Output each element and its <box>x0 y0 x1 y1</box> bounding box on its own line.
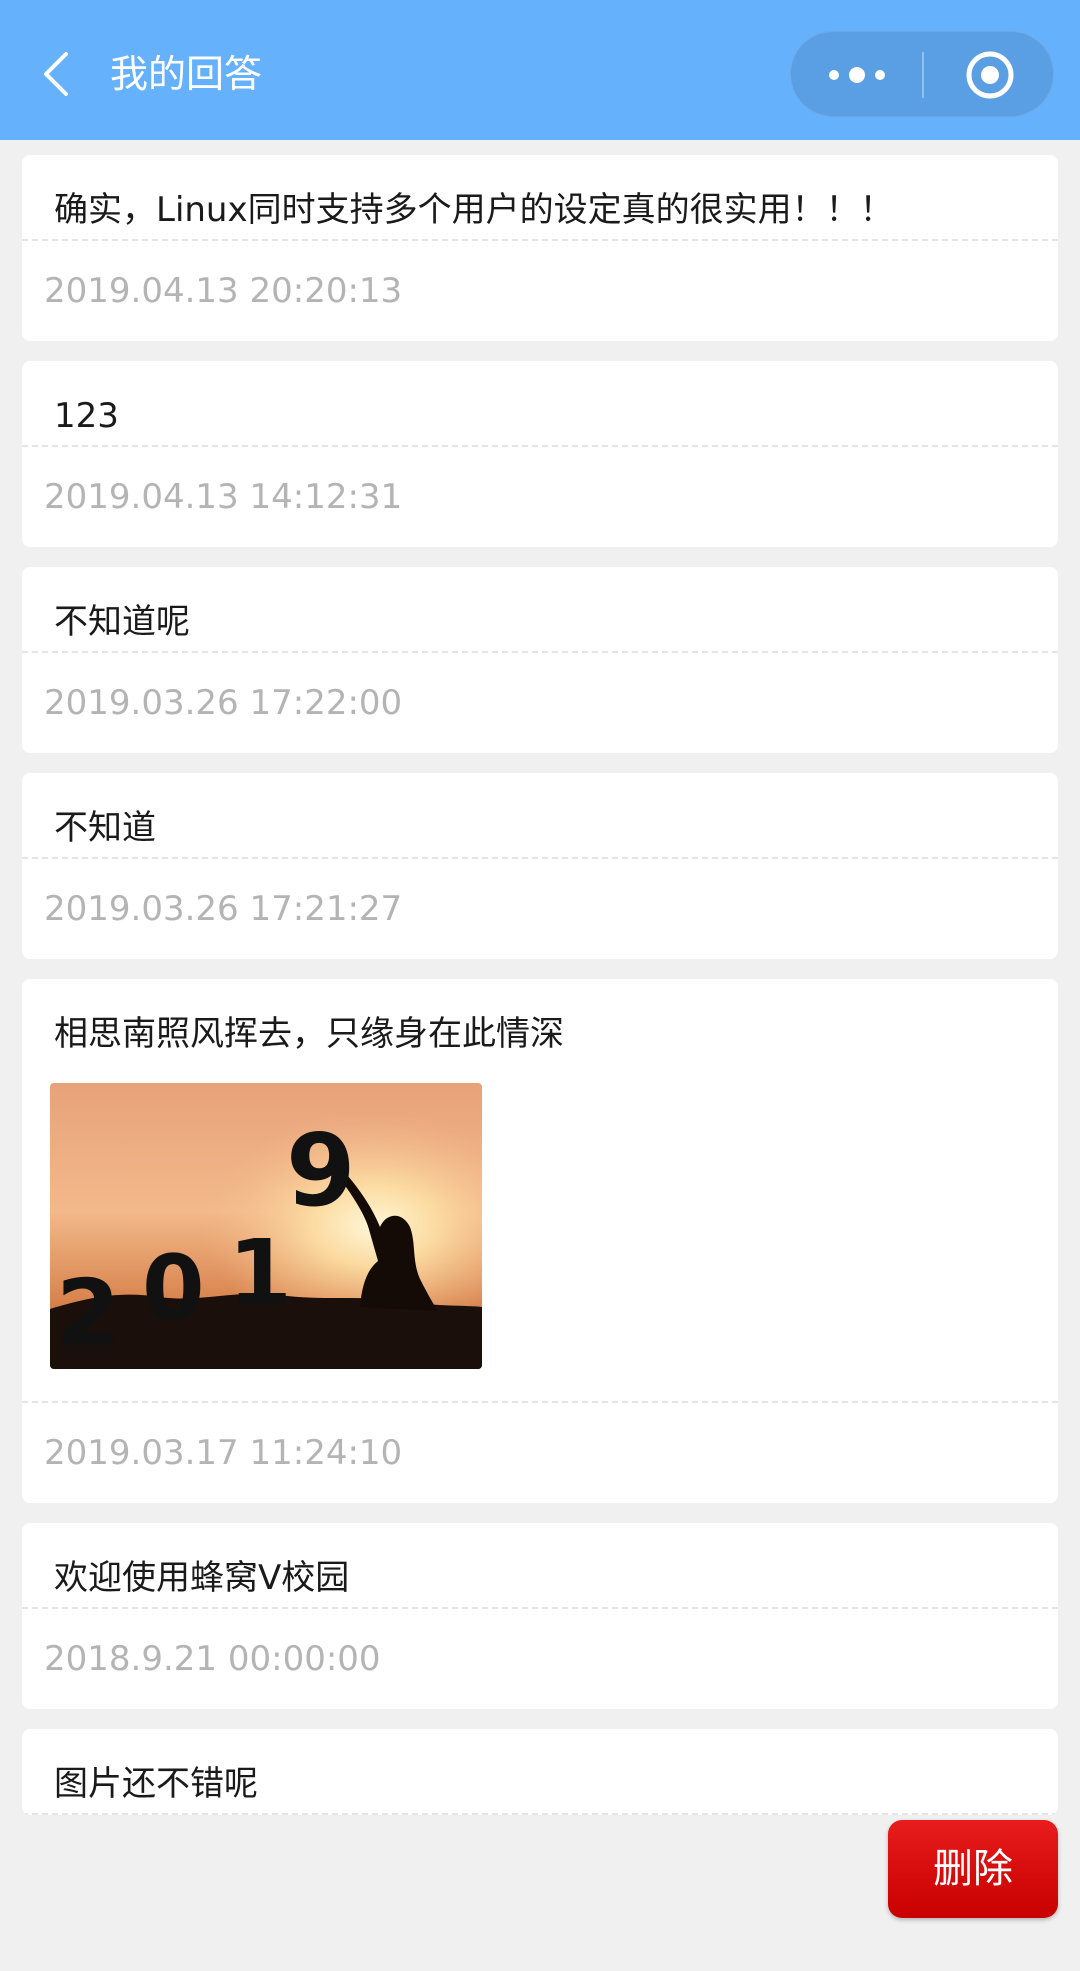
target-close-icon <box>966 51 1014 99</box>
answer-list: 确实，Linux同时支持多个用户的设定真的很实用！！！ 2019.04.13 2… <box>22 155 1058 1835</box>
answer-card[interactable]: 不知道 2019.03.26 17:21:27 <box>22 773 1058 959</box>
capsule-menu <box>790 31 1054 117</box>
answer-card[interactable]: 123 2019.04.13 14:12:31 <box>22 361 1058 547</box>
answer-content: 确实，Linux同时支持多个用户的设定真的很实用！！！ <box>54 190 894 230</box>
answer-content: 123 <box>54 396 119 436</box>
back-button[interactable] <box>38 46 78 102</box>
answer-time: 2019.03.26 17:21:27 <box>44 889 403 929</box>
answer-content: 相思南照风挥去，只缘身在此情深 <box>54 1014 564 1054</box>
answer-content: 图片还不错呢 <box>54 1764 258 1804</box>
answer-time: 2019.03.26 17:22:00 <box>44 683 403 723</box>
answer-card[interactable]: 确实，Linux同时支持多个用户的设定真的很实用！！！ 2019.04.13 2… <box>22 155 1058 341</box>
close-button[interactable] <box>924 32 1055 118</box>
answer-card[interactable]: 图片还不错呢 <box>22 1729 1058 1815</box>
delete-button[interactable]: 删除 <box>888 1820 1058 1918</box>
svg-text:1: 1 <box>228 1220 292 1327</box>
answer-time: 2019.04.13 14:12:31 <box>44 477 403 517</box>
svg-text:2: 2 <box>56 1260 120 1367</box>
answer-content: 不知道 <box>54 808 156 848</box>
more-button[interactable] <box>791 32 922 118</box>
answer-content: 不知道呢 <box>54 602 190 642</box>
more-dots-icon <box>829 67 885 83</box>
chevron-left-icon <box>44 52 68 96</box>
answer-content-block: 相思南照风挥去，只缘身在此情深 9 2 0 1 <box>22 979 1058 1401</box>
navigation-bar: 我的回答 <box>0 0 1080 140</box>
answer-time: 2018.9.21 00:00:00 <box>44 1639 381 1679</box>
answer-image[interactable]: 9 2 0 1 <box>50 1083 482 1369</box>
answer-card[interactable]: 不知道呢 2019.03.26 17:22:00 <box>22 567 1058 753</box>
answer-card[interactable]: 欢迎使用蜂窝V校园 2018.9.21 00:00:00 <box>22 1523 1058 1709</box>
answer-card[interactable]: 相思南照风挥去，只缘身在此情深 9 2 0 1 2019.03.17 11:24… <box>22 979 1058 1503</box>
page-title: 我的回答 <box>110 52 263 96</box>
answer-content: 欢迎使用蜂窝V校园 <box>54 1558 350 1598</box>
svg-text:9: 9 <box>286 1112 356 1229</box>
answer-time: 2019.03.17 11:24:10 <box>44 1433 403 1473</box>
dashed-divider <box>22 1813 1058 1815</box>
svg-text:0: 0 <box>142 1236 205 1341</box>
sunset-2019-photo: 9 2 0 1 <box>50 1083 482 1369</box>
answer-time: 2019.04.13 20:20:13 <box>44 271 403 311</box>
